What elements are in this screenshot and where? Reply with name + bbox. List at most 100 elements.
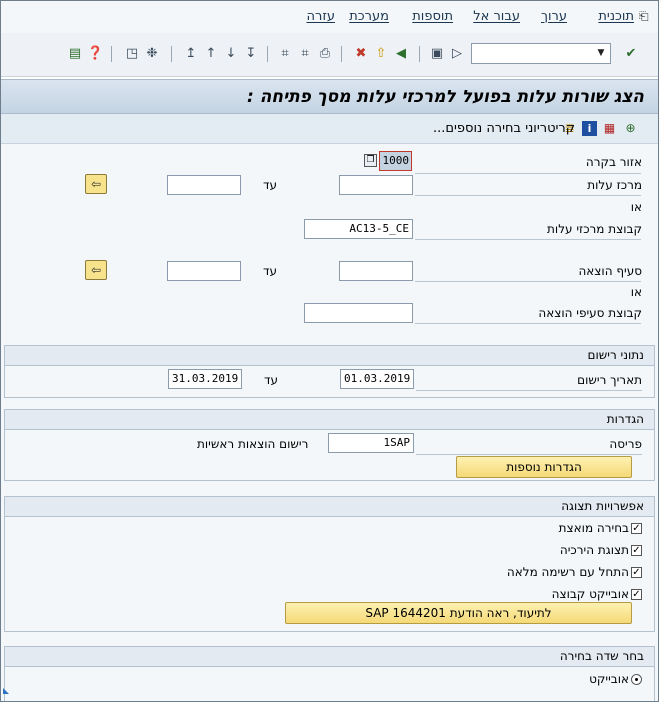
arrow-left-icon: ⇦	[90, 263, 102, 277]
to-label: עד	[263, 264, 278, 278]
sap-window: ⎗ תוכנית ערוך עבור אל תוספות מערכת עזרה …	[0, 0, 659, 702]
menu-program[interactable]: תוכנית	[598, 9, 634, 24]
checkmark-icon: ✓	[631, 523, 642, 534]
menu-help[interactable]: עזרה	[307, 9, 335, 24]
object-radio[interactable]: אובייקט	[589, 672, 642, 688]
checkmark-icon: ✓	[631, 545, 642, 556]
controlling-area-label: אזור בקרה	[585, 155, 642, 169]
get-variant-icon[interactable]: ▦	[602, 121, 617, 136]
group-object-checkbox[interactable]: ✓אובייקט קבוצה	[552, 587, 642, 603]
multiple-selection-button[interactable]: ⇦	[85, 174, 107, 194]
more-settings-button[interactable]: הגדרות נוספות	[456, 456, 632, 478]
selection-field-section: אובייקט	[4, 666, 655, 701]
cost-element-from-input[interactable]	[339, 261, 413, 281]
posting-data-header: נתוני רישום	[4, 345, 655, 365]
cost-element-group-input[interactable]	[304, 303, 413, 323]
layout-input[interactable]: 1SAP	[328, 433, 414, 453]
print-icon[interactable]: ⎙	[317, 46, 333, 62]
save-icon[interactable]: ▣	[429, 46, 445, 62]
menu-goto[interactable]: עבור אל	[473, 9, 520, 24]
menu-bar: ⎗ תוכנית ערוך עבור אל תוספות מערכת עזרה	[1, 1, 658, 33]
sap-note-button[interactable]: לתיעוד, ראה הודעת SAP 1644201	[285, 602, 632, 624]
section-title: הגדרות	[606, 412, 644, 426]
toolbar-separator	[171, 46, 172, 62]
radio-selected-icon	[631, 674, 642, 685]
label-underline	[416, 390, 642, 391]
menu-edit[interactable]: ערוך	[541, 9, 567, 24]
or-label: או	[630, 285, 642, 299]
cancel-icon[interactable]: ✖	[353, 46, 369, 62]
cost-element-label: סעיף הוצאה	[578, 264, 642, 278]
layout-menu-icon[interactable]: ▤	[67, 46, 83, 62]
copy-icon[interactable]: ❐	[364, 154, 377, 167]
generate-shortcut-icon[interactable]: ❉	[144, 46, 160, 62]
resize-corner-icon	[3, 688, 9, 694]
label-underline	[415, 239, 641, 240]
section-title: אפשרויות תצוגה	[561, 499, 644, 513]
cost-element-group-label: קבוצת סעיפי הוצאה	[538, 306, 642, 320]
help-icon[interactable]: ❓	[87, 46, 103, 62]
posting-date-from-input[interactable]: 01.03.2019	[340, 369, 414, 389]
cost-center-label: מרכז עלות	[587, 178, 642, 192]
cost-element-to-input[interactable]	[167, 261, 241, 281]
back-icon[interactable]: ◀	[393, 46, 409, 62]
controlling-area-input[interactable]: 1000	[379, 151, 412, 171]
selection-field-header: בחר שדה בחירה	[4, 646, 655, 666]
arrow-left-icon: ⇦	[90, 177, 102, 191]
display-options-section: ✓בחירה מואצת ✓תצוגת הירכיה ✓התחל עם רשימ…	[4, 516, 655, 632]
execute-icon[interactable]: ⊕	[623, 121, 638, 136]
find-next-icon[interactable]: ⌗	[297, 46, 313, 62]
multiple-selection-button[interactable]: ⇦	[85, 260, 107, 280]
section-title: בחר שדה בחירה	[559, 649, 644, 663]
posting-date-label: תאריך רישום	[577, 373, 642, 387]
settings-section: פריסה 1SAP רישום הוצאות ראשיות הגדרות נו…	[4, 429, 655, 481]
cost-center-from-input[interactable]	[339, 175, 413, 195]
start-with-full-list-checkbox[interactable]: ✓התחל עם רשימה מלאה	[507, 565, 642, 581]
exit-transaction-icon[interactable]: ⇧	[373, 46, 389, 62]
checkmark-icon: ✓	[631, 589, 642, 600]
standard-toolbar: ✔ ▼ ▷ ▣ ◀ ⇧ ✖ ⎙ ⌗ ⌗ ↧ ↓ ↑ ↥ ❉ ◳ ❓ ▤	[1, 33, 658, 77]
main-records-label: רישום הוצאות ראשיות	[197, 437, 309, 451]
checkmark-icon: ✓	[631, 567, 642, 578]
checkbox-label: בחירה מואצת	[558, 521, 629, 535]
next-page-icon[interactable]: ↓	[223, 46, 239, 62]
toolbar-separator	[267, 46, 268, 62]
label-underline	[416, 454, 642, 455]
hierarchy-display-checkbox[interactable]: ✓תצוגת הירכיה	[560, 543, 642, 559]
accelerated-selection-checkbox[interactable]: ✓בחירה מואצת	[559, 521, 642, 537]
previous-page-icon[interactable]: ↑	[203, 46, 219, 62]
menu-system[interactable]: מערכת	[349, 9, 389, 24]
application-toolbar: ⊕ ▦ i ≣ קריטריוני בחירה נוספים...	[1, 114, 658, 144]
first-page-icon[interactable]: ↥	[183, 46, 199, 62]
cost-center-group-label: קבוצת מרכזי עלות	[547, 222, 642, 236]
to-label: עד	[264, 373, 279, 387]
display-options-header: אפשרויות תצוגה	[4, 496, 655, 516]
info-icon[interactable]: i	[582, 121, 597, 136]
to-label: עד	[263, 178, 278, 192]
find-icon[interactable]: ⌗	[277, 46, 293, 62]
enter-icon[interactable]: ✔	[623, 46, 639, 62]
label-underline	[415, 323, 641, 324]
cost-center-group-input[interactable]: AC13-5_CE	[304, 219, 413, 239]
posting-date-to-input[interactable]: 31.03.2019	[168, 369, 242, 389]
label-underline	[415, 173, 641, 174]
play-icon[interactable]: ▷	[449, 46, 465, 62]
toolbar-separator	[111, 46, 112, 62]
checkbox-label: אובייקט קבוצה	[551, 587, 629, 601]
new-session-icon[interactable]: ◳	[124, 46, 140, 62]
posting-data-section: תאריך רישום 01.03.2019 עד 31.03.2019	[4, 365, 655, 398]
checkbox-label: תצוגת הירכיה	[559, 543, 629, 557]
section-title: נתוני רישום	[587, 348, 644, 362]
more-criteria-button[interactable]: קריטריוני בחירה נוספים...	[433, 121, 575, 136]
selection-screen: אזור בקרה ❐ 1000 מרכז עלות עד ⇦ או קבוצת…	[1, 144, 658, 701]
radio-label: אובייקט	[589, 672, 629, 686]
cost-center-to-input[interactable]	[167, 175, 241, 195]
label-underline	[415, 281, 641, 282]
last-page-icon[interactable]: ↧	[243, 46, 259, 62]
menu-extras[interactable]: תוספות	[412, 9, 453, 24]
command-field[interactable]: ▼	[471, 43, 611, 64]
label-underline	[415, 195, 641, 196]
page-title: הצג שורות עלות בפועל למרכזי עלות מסך פתי…	[247, 87, 644, 107]
chevron-down-icon[interactable]: ▼	[594, 46, 608, 61]
exit-icon[interactable]: ⎗	[639, 9, 653, 23]
